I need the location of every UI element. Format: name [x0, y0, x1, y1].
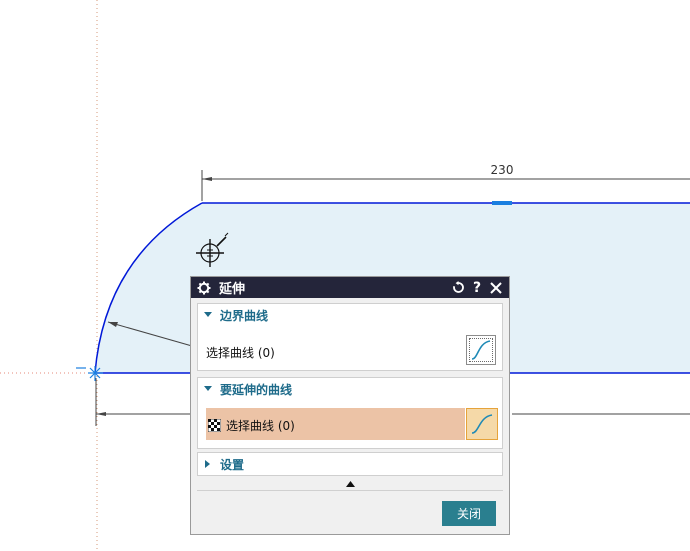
dimension-value[interactable]: 230	[491, 163, 514, 177]
group-header-settings[interactable]: 设置	[198, 453, 244, 475]
group-header-boundary-curve[interactable]: 边界曲线	[198, 304, 268, 326]
curve-select-button-active[interactable]	[466, 408, 498, 440]
group-title: 设置	[220, 457, 245, 472]
caret-right-icon	[200, 453, 216, 475]
dimension-arrow	[202, 177, 212, 181]
dialog-title: 延伸	[219, 282, 246, 297]
group-title: 边界曲线	[220, 308, 269, 323]
group-boundary-curve: 边界曲线 选择曲线 (0)	[197, 303, 503, 371]
checkered-flag-icon	[207, 417, 222, 433]
group-title: 要延伸的曲线	[220, 382, 293, 397]
close-button[interactable]: 关闭	[442, 501, 496, 526]
reset-icon[interactable]	[450, 280, 466, 296]
more-options-toggle[interactable]	[197, 477, 503, 490]
caret-down-icon	[200, 378, 216, 400]
footer-divider	[197, 490, 503, 491]
midpoint-marker	[492, 201, 512, 205]
close-icon[interactable]	[488, 280, 504, 296]
gear-icon[interactable]	[196, 280, 212, 296]
caret-down-icon	[200, 304, 216, 326]
curve-select-icon	[471, 414, 493, 434]
curve-select-button[interactable]	[466, 335, 496, 365]
caret-up-icon	[345, 480, 355, 487]
dialog-titlebar[interactable]: 延伸 ?	[191, 277, 509, 298]
group-header-curve-to-extend[interactable]: 要延伸的曲线	[198, 378, 292, 400]
group-settings: 设置	[197, 452, 503, 476]
group-curve-to-extend: 要延伸的曲线 选择曲线 (0)	[197, 377, 503, 449]
extend-dialog: 延伸 ? 边界曲线 选择曲线 (0) 要延伸的曲线 选择曲线 (0) 设置 关闭	[190, 276, 510, 535]
select-curve-row-active[interactable]: 选择曲线 (0)	[206, 408, 465, 440]
select-curve-label: 选择曲线 (0)	[226, 419, 295, 433]
select-curve-label[interactable]: 选择曲线 (0)	[206, 344, 275, 361]
help-icon[interactable]: ?	[469, 280, 485, 296]
curve-select-icon	[471, 340, 491, 360]
